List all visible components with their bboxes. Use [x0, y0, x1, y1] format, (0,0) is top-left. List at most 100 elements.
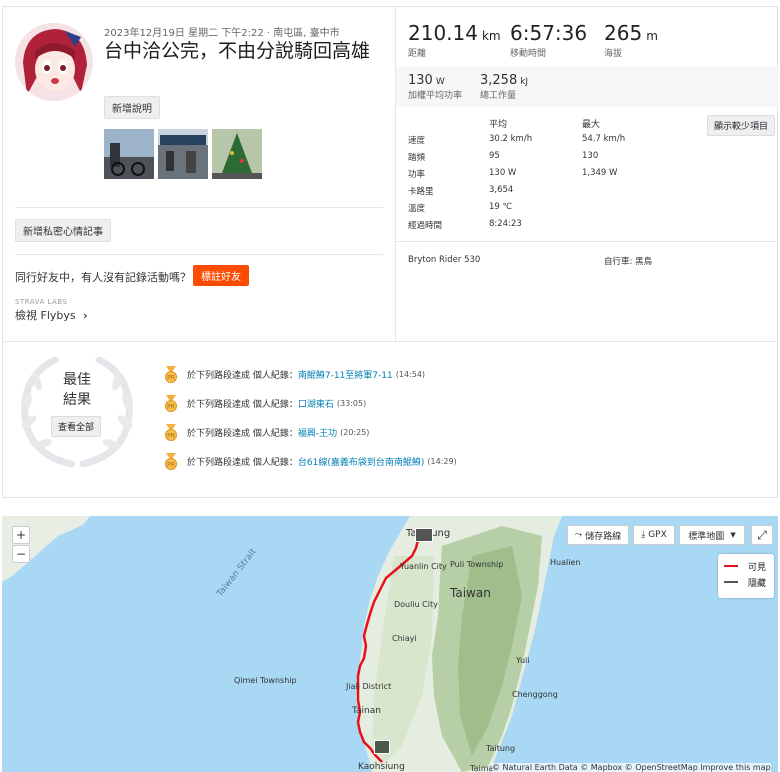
achievement-item: PR 於下列路段達成 個人紀錄： 南鯤鯓7-11至將軍7-11 (14:54) — [163, 366, 425, 383]
achievement-item: PR 於下列路段達成 個人紀錄： 口湖東石 (33:05) — [163, 395, 366, 412]
view-all-button[interactable]: 查看全部 — [51, 416, 102, 437]
stat-unit: km — [481, 29, 501, 43]
row-label: 卡路里 — [408, 187, 434, 197]
achievement-time: (33:05) — [336, 399, 367, 408]
legend-label: 隱藏 — [748, 578, 767, 589]
photo-marker[interactable] — [415, 528, 433, 542]
map-type-select[interactable]: 標準地圖 ▼ — [679, 525, 745, 545]
divider — [15, 207, 383, 208]
pr-medal-icon: PR — [165, 453, 177, 470]
chevron-right-icon: › — [83, 309, 88, 322]
achievement-time: (14:29) — [427, 457, 457, 466]
device-name: Bryton Rider 530 — [408, 255, 481, 265]
max-header: 最大 — [582, 120, 601, 130]
activity-stats: 210.14 km 距離 6:57:36 移動時間 265 m 海拔 130 W 加權… — [395, 7, 779, 341]
download-icon: ⤓ — [641, 530, 646, 540]
map-type-label: 標準地圖 — [688, 531, 725, 542]
show-less-button[interactable]: 顯示較少項目 — [707, 115, 776, 136]
row-avg: 3,654 — [489, 185, 514, 195]
activity-photo[interactable] — [104, 129, 154, 179]
avatar[interactable] — [15, 23, 93, 101]
zoom-in-button[interactable]: + — [12, 526, 30, 544]
activity-summary: 2023年12月19日 星期二 下午2:22 · 南屯區, 臺中市 台中洽公完，… — [3, 7, 395, 341]
expand-icon: ⤢ — [757, 527, 767, 542]
achievement-item: PR 於下列路段達成 個人紀錄： 台61線(嘉義布袋到台南南鯤鯓) (14:29… — [163, 453, 457, 470]
segment-link[interactable]: 南鯤鯓7-11至將軍7-11 — [298, 368, 393, 381]
map-label-kaohsiung: Kaohsiung — [358, 762, 405, 772]
row-label: 速度 — [408, 136, 426, 146]
route-map[interactable]: Taiwan Strait Taiwan Taichung Yuanlin Ci… — [2, 516, 778, 772]
stat-weighted-power: 130 W 加權平均功率 — [408, 73, 462, 101]
achievement-time: (20:25) — [340, 428, 370, 437]
map-label-puli: Puli Township — [450, 560, 504, 569]
pr-medal-icon: PR — [165, 424, 177, 441]
add-private-note-button[interactable]: 新增私密心情記事 — [15, 219, 111, 242]
stat-unit: W — [435, 77, 445, 87]
best-title-line: 最佳 — [63, 372, 91, 388]
row-avg: 130 W — [489, 168, 517, 178]
segment-link[interactable]: 台61線(嘉義布袋到台南南鯤鯓) — [298, 455, 424, 468]
stat-value: 6:57:36 — [510, 21, 588, 45]
activity-card: 2023年12月19日 星期二 下午2:22 · 南屯區, 臺中市 台中洽公完，… — [2, 6, 779, 499]
pr-medal-icon: PR — [165, 395, 177, 412]
row-max: 54.7 km/h — [582, 134, 626, 144]
map-attribution[interactable]: © Natural Earth Data © Mapbox © OpenStre… — [492, 763, 771, 772]
map-label-hualien: Hualien — [550, 558, 581, 567]
divider — [396, 241, 779, 242]
map-canvas[interactable] — [2, 516, 778, 772]
gpx-button[interactable]: ⤓ GPX — [633, 525, 675, 545]
achievement-prefix: 於下列路段達成 個人紀錄： — [187, 400, 298, 410]
legend-item: 可見 — [724, 558, 774, 574]
zoom-out-button[interactable]: − — [12, 545, 30, 563]
map-label-yuanlin: Yuanlin City — [400, 562, 447, 571]
save-route-label: 儲存路線 — [585, 531, 622, 542]
flybys-link[interactable]: 檢視 Flybys › — [15, 307, 88, 323]
row-max: 1,349 W — [582, 168, 618, 178]
save-route-button[interactable]: ⤳ 儲存路線 — [567, 525, 629, 545]
achievement-prefix: 於下列路段達成 個人紀錄： — [187, 458, 298, 468]
add-description-button[interactable]: 新增說明 — [104, 96, 160, 119]
map-label-chenggong: Chenggong — [512, 690, 558, 699]
row-label: 溫度 — [408, 204, 426, 214]
activity-photo[interactable] — [158, 129, 208, 179]
avg-header: 平均 — [489, 120, 508, 130]
svg-text:PR: PR — [167, 462, 175, 469]
achievement-prefix: 於下列路段達成 個人紀錄： — [187, 429, 298, 439]
stat-value: 130 — [408, 73, 433, 88]
svg-text:PR: PR — [167, 404, 175, 411]
segment-link[interactable]: 福興-王功 — [298, 426, 337, 439]
row-avg: 95 — [489, 151, 500, 161]
best-title-line: 結果 — [63, 392, 91, 408]
activity-title: 台中洽公完，不由分說騎回高雄 — [104, 40, 371, 62]
map-label-taitung: Taitung — [486, 744, 516, 753]
activity-date-location: 2023年12月19日 星期二 下午2:22 · 南屯區, 臺中市 — [104, 28, 340, 39]
achievement-time: (14:54) — [395, 370, 426, 379]
stat-label: 總工作量 — [480, 91, 517, 101]
fullscreen-button[interactable]: ⤢ — [751, 525, 773, 545]
legend-swatch — [724, 581, 738, 583]
photo-marker[interactable] — [374, 740, 390, 754]
row-label: 功率 — [408, 170, 426, 180]
best-efforts-section: 最佳 結果 查看全部 PR 於下列路段達成 個人紀錄： 南鯤鯓7-11至將軍7-… — [3, 341, 779, 499]
achievement-item: PR 於下列路段達成 個人紀錄： 福興-王功 (20:25) — [163, 424, 369, 441]
tag-friends-button[interactable]: 標註好友 — [193, 265, 249, 286]
stat-label: 海拔 — [604, 49, 623, 59]
segment-link[interactable]: 口湖東石 — [298, 397, 334, 410]
pr-medal-icon: PR — [165, 366, 177, 383]
map-legend: 可見 隱藏 — [718, 554, 774, 598]
route-icon: ⤳ — [574, 530, 583, 540]
caret-down-icon: ▼ — [730, 531, 736, 539]
stat-label: 距離 — [408, 49, 427, 59]
photo-strip — [104, 129, 262, 179]
map-label-tainan: Tainan — [352, 706, 381, 716]
stat-value: 265 — [604, 21, 643, 45]
friends-prompt: 同行好友中，有人沒有記錄活動嗎？ — [15, 271, 191, 284]
stat-elevation: 265 m 海拔 — [604, 21, 658, 59]
activity-photo[interactable] — [212, 129, 262, 179]
map-label-yuli: Yuli — [516, 656, 530, 665]
stat-total-work: 3,258 kJ 總工作量 — [480, 73, 528, 101]
stat-value: 3,258 — [480, 73, 518, 88]
stat-unit: kJ — [520, 77, 529, 87]
stat-label: 加權平均功率 — [408, 91, 463, 101]
svg-text:PR: PR — [167, 433, 175, 440]
